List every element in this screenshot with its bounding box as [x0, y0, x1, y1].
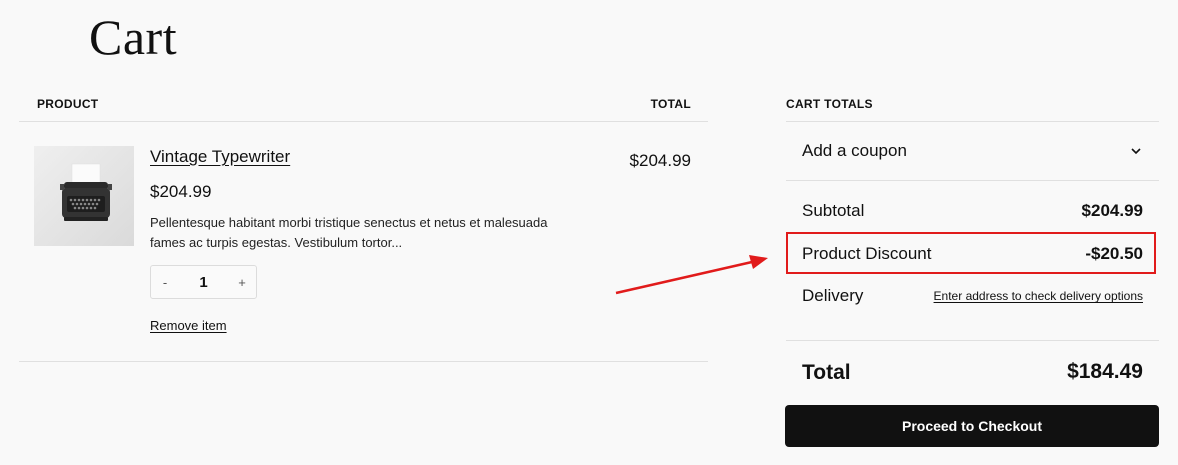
add-coupon-toggle[interactable]: Add a coupon: [786, 122, 1159, 180]
delivery-label: Delivery: [802, 286, 864, 305]
totals-divider: [786, 340, 1159, 341]
product-price: $204.99: [150, 182, 212, 201]
table-header-divider: [19, 121, 708, 122]
chevron-down-icon: [1131, 148, 1141, 155]
coupon-divider: [786, 180, 1159, 181]
increase-quantity-button[interactable]: +: [228, 275, 256, 290]
subtotal-label: Subtotal: [802, 201, 865, 220]
column-header-product: PRODUCT: [37, 97, 99, 111]
page-title: Cart: [89, 9, 178, 65]
delivery-address-link[interactable]: Enter address to check delivery options: [934, 289, 1143, 303]
decrease-quantity-button[interactable]: -: [151, 275, 179, 290]
order-total-value: $184.49: [1067, 360, 1143, 383]
product-discount-label: Product Discount: [802, 244, 932, 263]
column-header-total: TOTAL: [650, 97, 691, 111]
typewriter-image: [60, 163, 112, 221]
product-discount-value: -$20.50: [1085, 244, 1143, 263]
remove-item-link[interactable]: Remove item: [150, 318, 227, 333]
quantity-input[interactable]: 1: [199, 274, 207, 291]
proceed-to-checkout-button[interactable]: Proceed to Checkout: [785, 405, 1159, 447]
product-description: Pellentesque habitant morbi tristique se…: [150, 215, 548, 250]
product-name-link[interactable]: Vintage Typewriter: [150, 147, 290, 167]
subtotal-value: $204.99: [1081, 201, 1143, 220]
product-thumbnail[interactable]: [34, 146, 134, 246]
add-coupon-label: Add a coupon: [802, 141, 907, 160]
quantity-stepper: - 1 +: [150, 265, 257, 299]
cart-totals-heading: CART TOTALS: [786, 97, 873, 111]
line-item-total: $204.99: [629, 151, 691, 170]
table-footer-divider: [19, 361, 708, 362]
order-total-label: Total: [802, 361, 851, 384]
